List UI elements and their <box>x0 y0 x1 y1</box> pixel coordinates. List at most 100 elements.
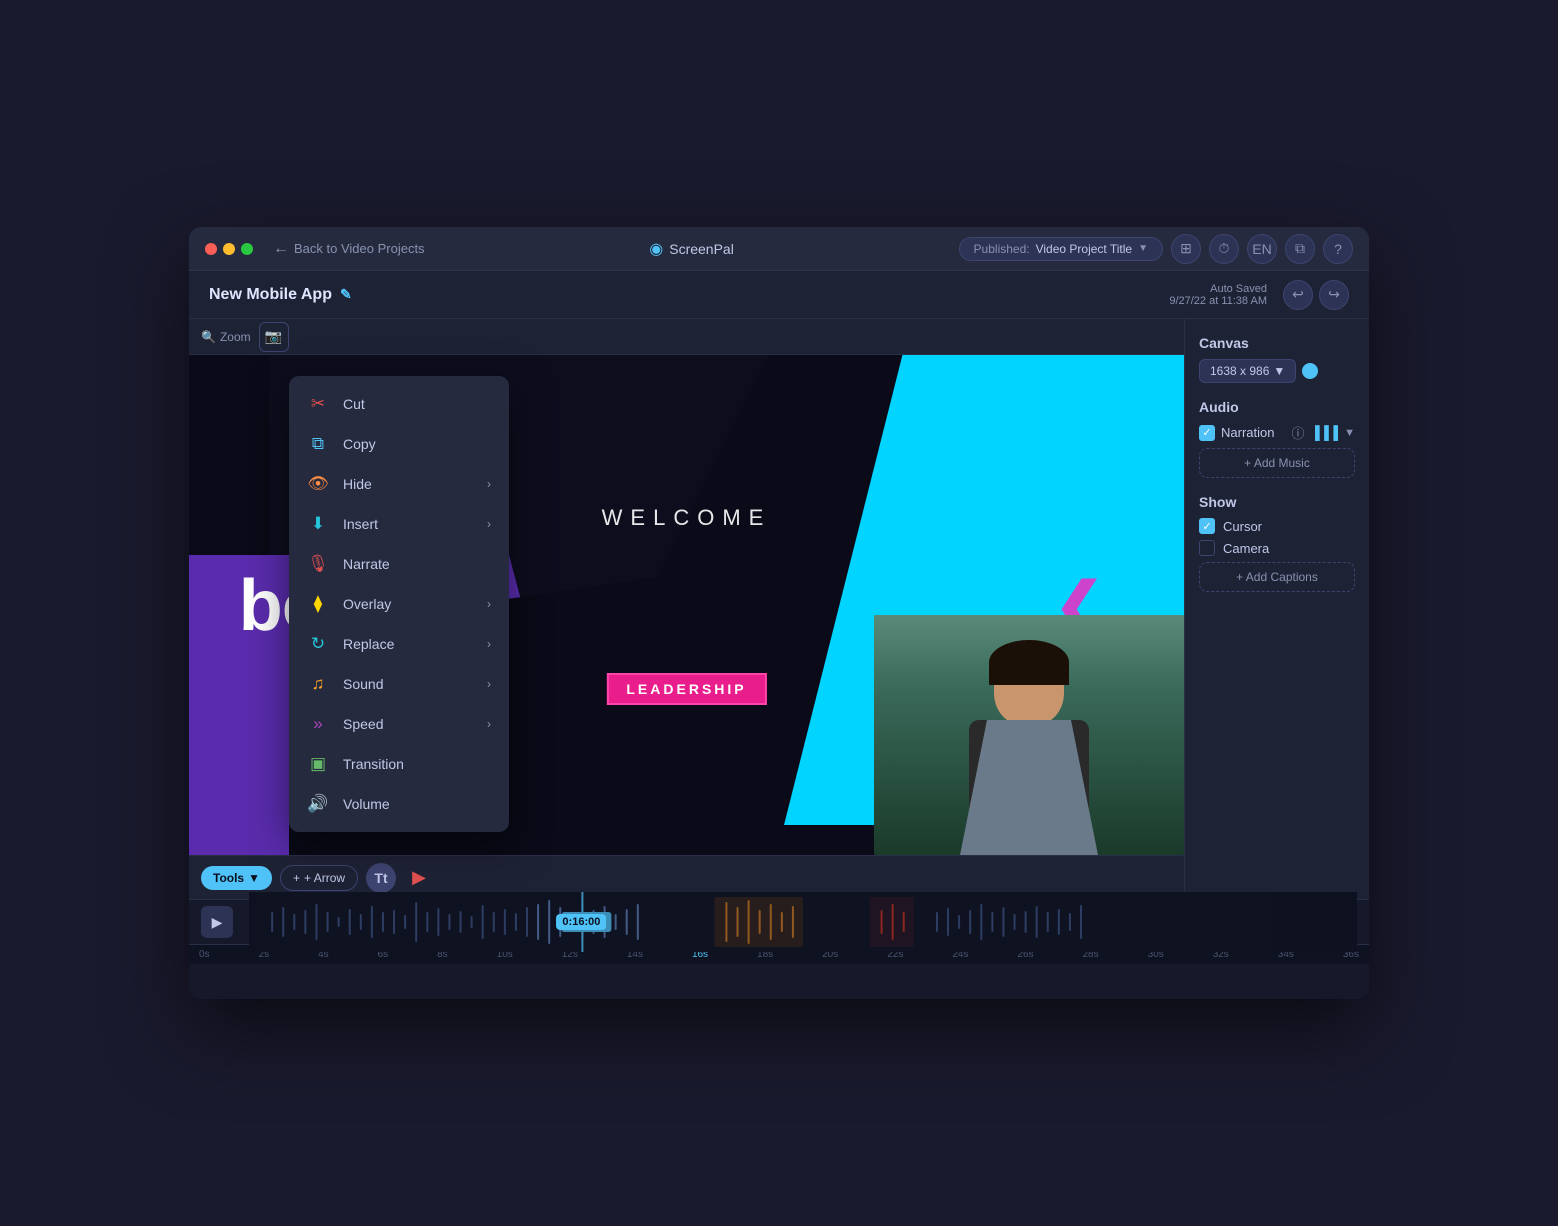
menu-item-copy[interactable]: ⧉ Copy <box>289 424 509 464</box>
zoom-control[interactable]: 🔍 Zoom <box>201 330 251 344</box>
timeline-controls: ▶ <box>189 900 1369 944</box>
maximize-button[interactable] <box>241 243 253 255</box>
add-music-label: + Add Music <box>1244 456 1310 470</box>
publish-dropdown-arrow-icon: ▼ <box>1138 243 1148 254</box>
tools-label: Tools <box>213 871 244 885</box>
camera-button[interactable]: 📷 <box>259 322 289 352</box>
cursor-tool-button[interactable]: ▶ <box>404 863 434 893</box>
undo-button[interactable]: ↩ <box>1283 280 1313 310</box>
camera-checkbox-row: Camera <box>1199 540 1355 556</box>
narration-info-icon[interactable]: ⓘ <box>1291 423 1304 442</box>
camera-icon: 📷 <box>265 328 282 345</box>
add-music-button[interactable]: + Add Music <box>1199 448 1355 478</box>
zoom-label: Zoom <box>220 330 251 344</box>
audio-section-title: Audio <box>1199 399 1355 415</box>
waveform-svg <box>249 892 1357 952</box>
minimize-button[interactable] <box>223 243 235 255</box>
project-bar: New Mobile App ✎ Auto Saved 9/27/22 at 1… <box>189 271 1369 319</box>
narration-label: Narration <box>1221 425 1285 440</box>
camera-checkbox[interactable] <box>1199 540 1215 556</box>
menu-item-transition-label: Transition <box>343 756 404 772</box>
menu-item-cut[interactable]: ✂ Cut <box>289 384 509 424</box>
person-silhouette <box>939 635 1119 855</box>
webcam-overlay <box>874 615 1184 855</box>
tools-button[interactable]: Tools ▼ <box>201 866 272 890</box>
publish-dropdown[interactable]: Published: Video Project Title ▼ <box>959 237 1163 261</box>
speed-icon: » <box>307 714 329 734</box>
menu-item-hide[interactable]: 👁 Hide › <box>289 464 509 504</box>
layers-icon-button[interactable]: ⊞ <box>1171 234 1201 264</box>
person-jacket <box>959 720 1099 855</box>
cursor-tool-icon: ▶ <box>412 867 426 888</box>
back-arrow-icon: ← <box>273 240 289 258</box>
narrate-icon: 🎙 <box>307 554 329 574</box>
narration-bars-icon[interactable]: ▐▐▐ <box>1310 425 1338 440</box>
app-title-text: ScreenPal <box>669 241 734 257</box>
webcam-person <box>874 615 1184 855</box>
text-tool-button[interactable]: Tt <box>366 863 396 893</box>
narration-row: ✓ Narration ⓘ ▐▐▐ ▼ <box>1199 423 1355 442</box>
menu-item-replace[interactable]: ↻ Replace › <box>289 624 509 664</box>
hide-icon: 👁 <box>307 474 329 494</box>
insert-icon: ⬇ <box>307 514 329 534</box>
menu-item-narrate[interactable]: 🎙 Narrate <box>289 544 509 584</box>
menu-item-overlay[interactable]: ⧫ Overlay › <box>289 584 509 624</box>
show-section-title: Show <box>1199 494 1355 510</box>
title-bar: ← Back to Video Projects ◉ ScreenPal Pub… <box>189 227 1369 271</box>
context-menu: ✂ Cut ⧉ Copy 👁 Hide › ⬇ Insert <box>289 376 509 832</box>
play-icon: ▶ <box>212 914 223 931</box>
edit-project-title-icon[interactable]: ✎ <box>340 286 352 303</box>
insert-submenu-arrow-icon: › <box>487 517 491 531</box>
redo-button[interactable]: ↪ <box>1319 280 1349 310</box>
menu-item-replace-label: Replace <box>343 636 394 652</box>
narration-dropdown-icon[interactable]: ▼ <box>1344 427 1355 439</box>
redo-icon: ↪ <box>1328 286 1340 303</box>
autosave-status: Auto Saved 9/27/22 at 11:38 AM <box>1169 283 1267 307</box>
close-button[interactable] <box>205 243 217 255</box>
menu-item-transition[interactable]: ▣ Transition <box>289 744 509 784</box>
tools-dropdown-arrow-icon: ▼ <box>248 871 260 885</box>
autosave-label: Auto Saved <box>1169 283 1267 295</box>
person-body <box>969 720 1089 855</box>
narration-checkbox[interactable]: ✓ <box>1199 425 1215 441</box>
timeline-area: ▶ <box>189 899 1369 999</box>
menu-item-hide-label: Hide <box>343 476 372 492</box>
overlay-icon: ⧫ <box>307 594 329 614</box>
canvas-section-title: Canvas <box>1199 335 1355 351</box>
screenpal-logo-icon: ◉ <box>649 239 663 259</box>
history-icon-button[interactable]: ⏱ <box>1209 234 1239 264</box>
language-label: EN <box>1252 241 1271 257</box>
cursor-label: Cursor <box>1223 519 1262 534</box>
arrow-label: + Arrow <box>304 871 345 885</box>
editor-area: 🔍 Zoom 📷 WELCOME bout us <box>189 319 1184 899</box>
menu-item-speed[interactable]: » Speed › <box>289 704 509 744</box>
help-icon-button[interactable]: ? <box>1323 234 1353 264</box>
leadership-badge: LEADERSHIP <box>606 673 766 705</box>
play-button[interactable]: ▶ <box>201 906 233 938</box>
language-button[interactable]: EN <box>1247 234 1277 264</box>
publish-status-label: Published: <box>974 242 1030 256</box>
cursor-checkbox[interactable]: ✓ <box>1199 518 1215 534</box>
canvas-color-picker[interactable] <box>1302 363 1318 379</box>
menu-item-insert[interactable]: ⬇ Insert › <box>289 504 509 544</box>
app-window: ← Back to Video Projects ◉ ScreenPal Pub… <box>189 227 1369 999</box>
autosave-timestamp: 9/27/22 at 11:38 AM <box>1169 295 1267 307</box>
person-head <box>994 645 1064 725</box>
undo-icon: ↩ <box>1292 286 1304 303</box>
volume-icon: 🔊 <box>307 794 329 814</box>
add-captions-button[interactable]: + Add Captions <box>1199 562 1355 592</box>
welcome-text: WELCOME <box>602 505 772 531</box>
canvas-size-button[interactable]: 1638 x 986 ▼ <box>1199 359 1296 383</box>
copy-icon: ⧉ <box>307 434 329 454</box>
timeline-track[interactable]: 0:16:00 <box>249 892 1357 952</box>
menu-item-volume[interactable]: 🔊 Volume <box>289 784 509 824</box>
arrow-button[interactable]: + + Arrow <box>280 865 358 891</box>
back-to-projects-button[interactable]: ← Back to Video Projects <box>273 240 425 258</box>
menu-item-sound[interactable]: ♫ Sound › <box>289 664 509 704</box>
plus-arrow-icon: + <box>293 871 300 885</box>
stack-icon-button[interactable]: ⧉ <box>1285 234 1315 264</box>
add-captions-label: + Add Captions <box>1236 570 1318 584</box>
menu-item-sound-label: Sound <box>343 676 383 692</box>
title-right-controls: Published: Video Project Title ▼ ⊞ ⏱ EN … <box>959 234 1353 264</box>
history-icon: ⏱ <box>1219 240 1230 257</box>
